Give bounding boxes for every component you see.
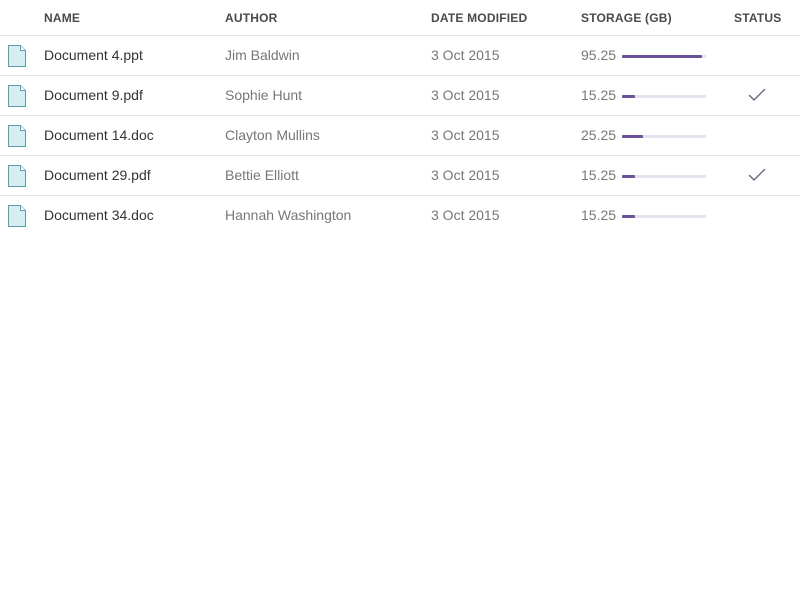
file-author: Bettie Elliott (225, 167, 299, 183)
file-name[interactable]: Document 9.pdf (44, 87, 143, 103)
status-cell (748, 48, 766, 62)
file-author: Jim Baldwin (225, 47, 300, 63)
file-date-modified: 3 Oct 2015 (431, 207, 500, 223)
file-author: Clayton Mullins (225, 127, 320, 143)
status-cell (748, 88, 766, 102)
file-storage-value: 15.25 (581, 167, 617, 183)
file-name[interactable]: Document 34.doc (44, 207, 154, 223)
table-row[interactable]: Document 9.pdf Sophie Hunt 3 Oct 2015 15… (0, 76, 800, 116)
file-author: Sophie Hunt (225, 87, 303, 103)
table-row[interactable]: Document 34.doc Hannah Washington 3 Oct … (0, 196, 800, 236)
document-icon (8, 205, 26, 227)
file-storage-value: 15.25 (581, 87, 617, 103)
storage-bar-fill (622, 55, 702, 58)
column-header-name[interactable]: NAME (44, 11, 80, 25)
storage-bar (622, 55, 706, 58)
storage-bar (622, 95, 706, 98)
table-row[interactable]: Document 29.pdf Bettie Elliott 3 Oct 201… (0, 156, 800, 196)
file-table: NAME AUTHOR DATE MODIFIED STORAGE (GB) S… (0, 0, 800, 236)
storage-bar (622, 175, 706, 178)
file-date-modified: 3 Oct 2015 (431, 47, 500, 63)
check-icon (748, 168, 766, 181)
column-header-author[interactable]: AUTHOR (225, 11, 278, 25)
file-name[interactable]: Document 14.doc (44, 127, 154, 143)
file-storage-value: 15.25 (581, 207, 617, 223)
file-date-modified: 3 Oct 2015 (431, 87, 500, 103)
check-icon (748, 88, 766, 101)
column-header-storage[interactable]: STORAGE (GB) (581, 11, 672, 25)
storage-bar-fill (622, 175, 635, 178)
document-icon (8, 45, 26, 67)
table-header: NAME AUTHOR DATE MODIFIED STORAGE (GB) S… (0, 0, 800, 36)
file-date-modified: 3 Oct 2015 (431, 167, 500, 183)
table-row[interactable]: Document 14.doc Clayton Mullins 3 Oct 20… (0, 116, 800, 156)
file-author: Hannah Washington (225, 207, 352, 223)
storage-bar-fill (622, 135, 643, 138)
file-storage-value: 25.25 (581, 127, 617, 143)
status-cell (748, 208, 766, 222)
file-storage-value: 95.25 (581, 47, 617, 63)
column-header-date-modified[interactable]: DATE MODIFIED (431, 11, 527, 25)
file-name[interactable]: Document 4.ppt (44, 47, 143, 63)
storage-bar-fill (622, 95, 635, 98)
storage-bar (622, 215, 706, 218)
storage-bar (622, 135, 706, 138)
storage-bar-fill (622, 215, 635, 218)
status-cell (748, 168, 766, 182)
file-name[interactable]: Document 29.pdf (44, 167, 151, 183)
table-row[interactable]: Document 4.ppt Jim Baldwin 3 Oct 2015 95… (0, 36, 800, 76)
status-cell (748, 128, 766, 142)
document-icon (8, 125, 26, 147)
file-date-modified: 3 Oct 2015 (431, 127, 500, 143)
column-header-status[interactable]: STATUS (734, 11, 781, 25)
document-icon (8, 85, 26, 107)
document-icon (8, 165, 26, 187)
